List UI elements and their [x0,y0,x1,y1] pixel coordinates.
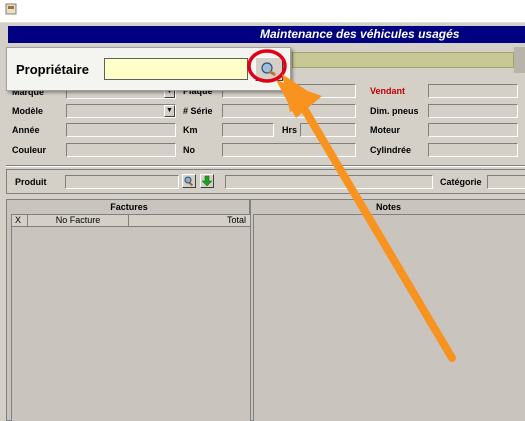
hrs-input[interactable] [300,123,356,137]
notes-textarea[interactable] [253,214,525,421]
label-km: Km [183,125,198,135]
highlight-circle-annotation [247,49,287,83]
notes-title: Notes [375,202,401,212]
owner-info-strip [292,52,514,68]
label-couleur: Couleur [12,145,47,155]
col-header-no-facture[interactable]: No Facture [28,215,128,225]
label-modele: Modèle [12,106,44,116]
label-annee: Année [12,125,40,135]
product-row: Produit Catégorie [6,169,525,194]
app-icon [5,3,17,15]
cylindree-input[interactable] [428,143,518,157]
moteur-input[interactable] [428,123,518,137]
arrow-down-icon [201,175,213,187]
notes-panel: Notes [250,199,525,421]
annee-input[interactable] [66,123,176,137]
product-search-button[interactable] [182,174,196,188]
label-moteur: Moteur [370,125,400,135]
right-edge-panel [514,47,525,73]
categorie-input[interactable] [487,175,525,189]
col-header-total[interactable]: Total [129,215,246,225]
form-title-bar: Maintenance des véhicules usagés [8,26,525,43]
chevron-down-icon[interactable]: ▼ [164,105,175,117]
modele-select[interactable]: ▼ [66,104,176,118]
dim-pneus-input[interactable] [428,104,518,118]
invoices-title: Factures [110,202,148,212]
label-proprietaire: Propriétaire [16,62,89,77]
produit-input[interactable] [65,175,179,189]
col-header-x[interactable]: X [15,215,27,225]
produit-description-input[interactable] [225,175,433,189]
vendant-input[interactable] [428,84,518,98]
label-dim-pneus: Dim. pneus [370,106,419,116]
search-icon [184,176,194,187]
window-chrome [0,0,525,23]
product-add-button[interactable] [200,174,214,188]
product-divider [6,165,525,166]
label-serie: # Série [183,106,213,116]
label-vendant: Vendant [370,86,406,96]
no-input[interactable] [222,143,356,157]
proprietaire-input[interactable] [104,58,248,80]
invoices-table: X No Facture Total [11,214,250,421]
invoices-header-row: X No Facture Total [12,215,250,227]
label-no: No [183,145,195,155]
couleur-input[interactable] [66,143,176,157]
serie-input[interactable] [222,104,356,118]
label-produit: Produit [15,177,47,187]
label-categorie: Catégorie [440,177,482,187]
label-cylindree: Cylindrée [370,145,412,155]
invoices-panel: Factures X No Facture Total [6,199,250,421]
label-hrs: Hrs [282,125,298,135]
form-title: Maintenance des véhicules usagés [260,27,460,41]
km-input[interactable] [222,123,274,137]
